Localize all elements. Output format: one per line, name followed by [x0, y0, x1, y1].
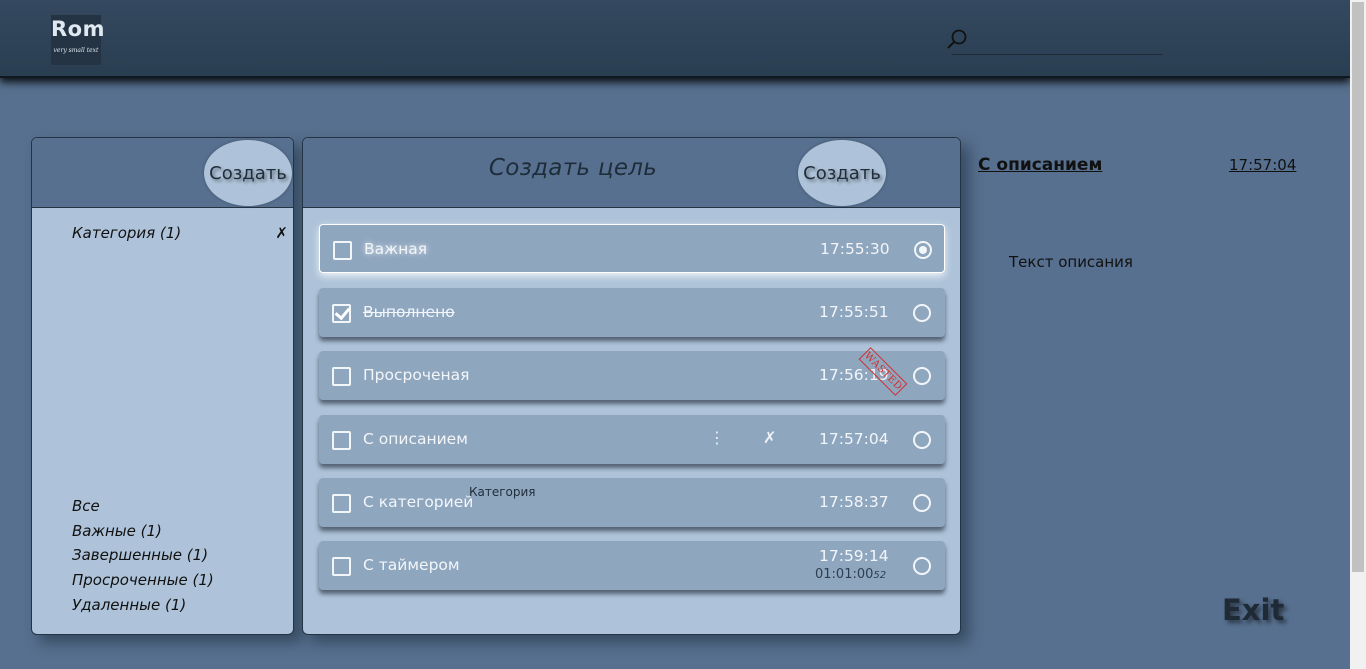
task-select-radio[interactable]	[913, 431, 931, 449]
search-icon[interactable]	[946, 28, 968, 50]
task-select-radio[interactable]	[914, 241, 932, 259]
task-time: 17:58:37	[819, 493, 889, 511]
task-item[interactable]: Выполнено 17:55:51	[319, 288, 945, 337]
filter-list: Все Важные (1) Завершенные (1) Просрочен…	[72, 497, 214, 620]
logo-subtitle: very small text	[53, 47, 99, 54]
search-underline	[952, 54, 1162, 55]
scrollbar-thumb[interactable]	[1352, 2, 1364, 572]
task-checkbox[interactable]	[333, 241, 352, 260]
filter-overdue[interactable]: Просроченные (1)	[72, 571, 214, 596]
task-label: С категорией	[363, 493, 474, 511]
task-label: Просроченая	[363, 366, 470, 384]
task-label: Важная	[364, 240, 428, 258]
timer-value: 01:01:00	[815, 567, 874, 582]
goals-panel: Создать цель Создать Важная 17:55:30 Вып…	[302, 137, 961, 635]
task-select-radio[interactable]	[913, 304, 931, 322]
task-checkbox[interactable]	[332, 367, 351, 386]
top-header: Rom very small text	[0, 0, 1350, 78]
delete-category-icon[interactable]: ✗	[275, 224, 288, 242]
filter-all[interactable]: Все	[72, 497, 214, 522]
task-checkbox[interactable]	[332, 431, 351, 450]
create-goal-button[interactable]: Создать	[798, 140, 886, 206]
task-item[interactable]: Просроченая 17:56:19 WASTED	[319, 347, 945, 400]
categories-panel-header: Создать	[32, 138, 293, 208]
filter-deleted[interactable]: Удаленные (1)	[72, 596, 214, 621]
task-item[interactable]: Важная 17:55:30	[319, 224, 945, 273]
goals-panel-title: Создать цель	[488, 155, 658, 181]
task-checkbox[interactable]	[332, 494, 351, 513]
task-select-radio[interactable]	[913, 494, 931, 512]
task-checkbox[interactable]	[332, 304, 351, 323]
task-item[interactable]: С описанием ⋮ ✗ 17:57:04	[319, 415, 945, 464]
timer-ms: 52	[873, 570, 887, 581]
filter-important[interactable]: Важные (1)	[72, 522, 214, 547]
task-category-tag: Категория	[469, 485, 536, 499]
detail-title[interactable]: С описанием	[978, 155, 1102, 175]
delete-task-icon[interactable]: ✗	[763, 428, 776, 447]
task-label: С описанием	[363, 430, 468, 448]
filter-completed[interactable]: Завершенные (1)	[72, 546, 214, 571]
more-options-icon[interactable]: ⋮	[709, 428, 725, 447]
task-item[interactable]: С таймером 17:59:14 01:01:0052	[319, 541, 945, 590]
task-item[interactable]: С категорией Категория 17:58:37	[319, 478, 945, 527]
search-input[interactable]	[972, 30, 1160, 52]
category-item[interactable]: Категория (1) ✗	[72, 224, 292, 242]
exit-button[interactable]: Exit	[1222, 593, 1284, 627]
task-select-radio[interactable]	[913, 367, 931, 385]
task-checkbox[interactable]	[332, 557, 351, 576]
task-timer: 01:01:0052	[815, 567, 886, 582]
task-time: 17:55:30	[820, 240, 890, 258]
logo[interactable]: Rom very small text	[51, 15, 105, 65]
task-time: 17:55:51	[819, 303, 889, 321]
logo-title: Rom	[51, 17, 105, 41]
task-select-radio[interactable]	[913, 557, 931, 575]
detail-description: Текст описания	[1009, 253, 1133, 271]
category-label: Категория (1)	[72, 224, 182, 242]
detail-time: 17:57:04	[1229, 156, 1297, 174]
task-label: С таймером	[363, 556, 460, 574]
task-time: 17:57:04	[819, 430, 889, 448]
task-label: Выполнено	[363, 303, 455, 321]
categories-panel: Создать Категория (1) ✗ Все Важные (1) З…	[31, 137, 294, 635]
goals-panel-header: Создать цель Создать	[303, 138, 960, 208]
create-category-button[interactable]: Создать	[204, 140, 292, 206]
task-time: 17:59:14	[819, 547, 889, 565]
